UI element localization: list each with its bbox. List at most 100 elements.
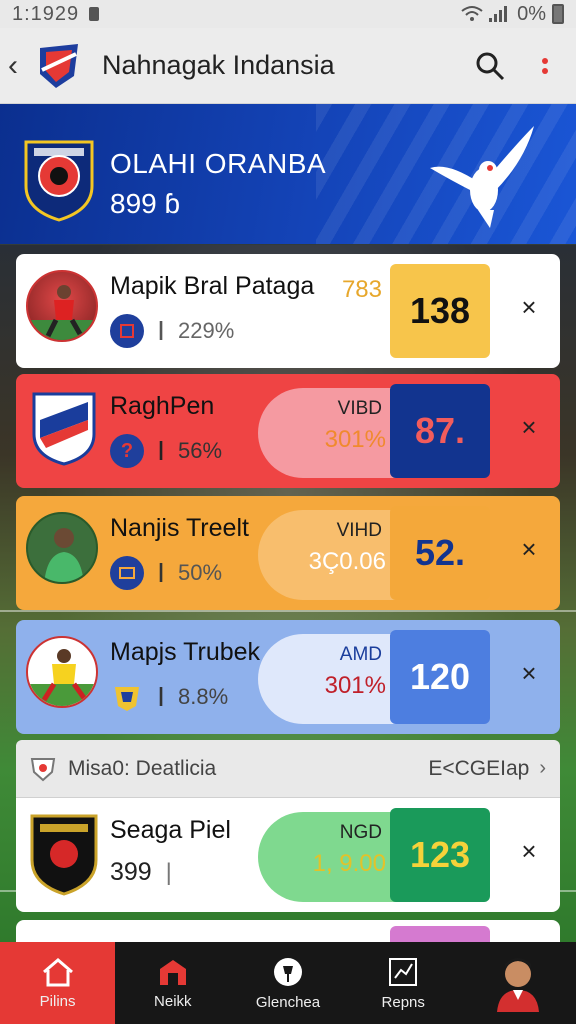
player-meta: ? I 56% [110,434,222,468]
pill-label: NGD [339,822,382,843]
bottom-navigation: Pilins Neikk Glenchea Repns [0,942,576,1024]
score-box: 87. [390,384,490,478]
nav-reports[interactable]: Repns [346,942,461,1024]
team-points: 899 ɓ [110,188,181,219]
player-card-partial[interactable] [16,920,560,942]
stat-bar-icon: I [157,315,165,346]
dot-icon [542,57,548,64]
player-percent: 8.8% [178,684,229,709]
close-icon[interactable]: × [514,534,544,564]
profile-avatar [497,958,540,1012]
nav-home[interactable]: Pilins [0,942,116,1024]
close-icon[interactable]: × [514,412,544,442]
player-avatar [26,270,98,342]
player-name: RaghPen [110,392,215,420]
player-percent: 56% [178,438,223,463]
player-photo [28,649,96,706]
status-bar: 1:1929 0% [0,0,576,28]
nav-label: Repns [381,993,425,1011]
chevron-right-icon[interactable]: › [539,757,546,780]
pill-value: 301% [324,426,386,453]
section-header: Misa0: Deatlicia E<CGEIap › [16,740,560,798]
player-card[interactable]: Mapik Bral Pataga I 229% 783 138 × [16,254,560,368]
shield-icon [30,757,56,781]
search-button[interactable] [470,46,510,86]
section-title: Misa0: Deatlicia [68,756,217,780]
more-options-button[interactable] [530,46,560,86]
signal-icon [489,6,511,22]
stat-bar-icon: I [157,557,165,588]
player-card[interactable]: Mapjs Trubek I 8.8% AMD 301% 120 × [16,620,560,734]
pill-label: VIHD [336,520,382,541]
app-logo [40,43,78,88]
eagle-mascot-icon [430,126,534,228]
app-title: Nahnagak Indansia [102,50,335,80]
pill-label: VIBD [337,398,382,419]
team-name: OLAHI ORANBA [110,148,327,179]
pill-label: AMD [339,644,382,665]
player-avatar [26,636,98,708]
dot-icon [542,67,548,74]
stat-bar-icon: I [157,435,165,466]
app-bar: ‹ Nahnagak Indansia [0,28,576,104]
close-icon[interactable]: × [514,292,544,322]
score-box: 138 [390,264,490,358]
player-card[interactable]: Nanjis Treelt I 50% VIHD 3Ç0.06 52. × [16,496,560,610]
stat-bar-icon: | [165,858,172,886]
back-chevron-icon[interactable]: ‹ [8,49,32,83]
club-crest-icon [30,814,98,896]
nav-label: Pilins [39,992,76,1010]
club-crest [30,812,98,896]
store-icon [159,959,186,985]
status-time: 1:1929 [12,2,80,25]
nav-label: Glenchea [255,993,321,1011]
chart-icon [389,957,418,986]
score-box: 123 [390,808,490,902]
club-badge-icon: ? [110,434,144,468]
close-icon[interactable]: × [514,658,544,688]
player-meta: I 8.8% [110,680,228,714]
club-badge-icon [110,680,144,714]
player-meta: 399 | [110,858,176,887]
club-badge-icon [110,314,144,348]
nav-trophy[interactable]: Glenchea [230,942,345,1024]
nav-profile[interactable] [461,942,576,1024]
team-hero-banner: OLAHI ORANBA 899 ɓ [0,104,576,244]
score-box: 120 [390,630,490,724]
player-avatar [26,512,98,584]
player-card[interactable]: RaghPen ? I 56% VIBD 301% 87. × [16,374,560,488]
score-box [390,926,490,942]
pill-value: 301% [324,672,386,699]
player-name: Nanjis Treelt [110,514,249,542]
club-crest-icon [32,392,96,466]
club-badge-icon [110,556,144,590]
wifi-icon [461,6,483,21]
player-percent: 229% [178,318,235,343]
pill-label: 783 [341,276,382,303]
club-crest [32,390,96,466]
player-photo [44,528,84,582]
nav-label: Neikk [154,992,192,1010]
close-icon[interactable]: × [514,836,544,866]
nav-store[interactable]: Neikk [115,942,230,1024]
stat-bar-icon: I [157,681,165,712]
search-icon [476,52,505,80]
team-crest-icon [24,140,94,222]
player-meta: I 50% [110,556,222,590]
battery-text: 0% [517,2,546,25]
home-icon [42,957,73,986]
player-meta: I 229% [110,314,234,348]
player-percent: 399 [110,858,152,886]
player-card[interactable]: Seaga Piel 399 | NGD 1, 9.00 123 × [16,798,560,912]
sim-icon [89,7,100,21]
pitch-line [0,610,576,612]
trophy-icon [274,957,302,986]
player-name: Mapjs Trubek [110,638,261,666]
section-link[interactable]: E<CGEIap [428,757,529,781]
score-box: 52. [390,506,490,600]
player-percent: 50% [178,560,223,585]
player-name: Seaga Piel [110,816,231,844]
player-photo [28,285,96,340]
pill-value: 3Ç0.06 [308,548,386,575]
pill-value: 1, 9.00 [312,850,386,877]
